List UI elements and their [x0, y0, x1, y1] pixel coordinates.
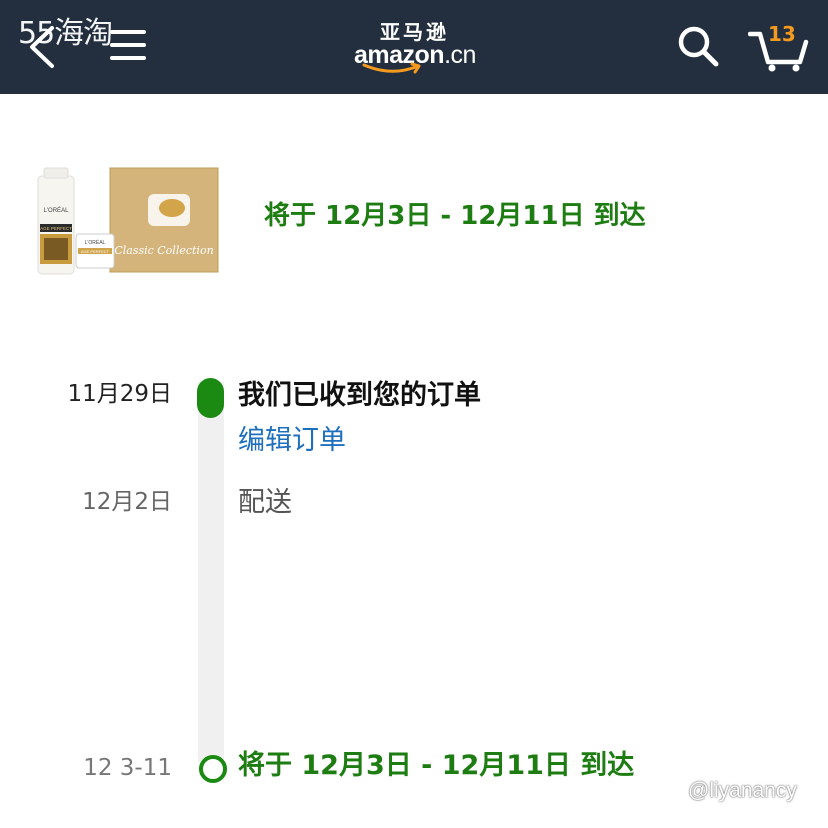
timeline-date-shipping: 12月2日: [82, 489, 172, 515]
product-image[interactable]: L'ORÉAL AGE PERFECT Classic Collection L…: [36, 166, 222, 278]
edit-order-link[interactable]: 编辑订单: [238, 424, 346, 458]
timeline-track: [198, 382, 224, 762]
bottle-brand-text: L'ORÉAL: [44, 207, 69, 214]
bottle-line-text: AGE PERFECT: [40, 226, 72, 231]
jar-line-text: AGE PERFECT: [81, 249, 110, 254]
hamburger-menu-icon[interactable]: [110, 28, 148, 66]
timeline-current-marker: [197, 378, 224, 418]
delivery-estimate: 将于 12月3日 - 12月11日 到达: [264, 201, 646, 231]
top-navigation-bar: 55海淘 亚马逊 amazon.cn 13: [0, 0, 828, 94]
timeline-date-ordered: 11月29日: [67, 381, 172, 407]
cart-button[interactable]: 13: [748, 20, 810, 72]
timeline-event-shipping: 配送: [238, 487, 292, 518]
timeline-date-arrival: 12 3-11: [83, 755, 172, 781]
amazon-cn-logo[interactable]: 亚马逊 amazon.cn: [354, 20, 478, 78]
box-title-text: Classic Collection: [114, 244, 213, 257]
timeline-event-arrival: 将于 12月3日 - 12月11日 到达: [238, 750, 635, 781]
timeline-future-marker: [199, 755, 227, 783]
watermark-bottom: @liyanancy: [688, 779, 797, 802]
cart-count-badge: 13: [768, 22, 796, 46]
search-icon[interactable]: [676, 24, 720, 72]
jar-brand-text: L'ORÉAL: [85, 239, 106, 246]
watermark-top: 55海淘: [18, 16, 113, 51]
timeline-event-order-received: 我们已收到您的订单: [238, 380, 481, 411]
logo-smile-icon: [362, 62, 421, 74]
